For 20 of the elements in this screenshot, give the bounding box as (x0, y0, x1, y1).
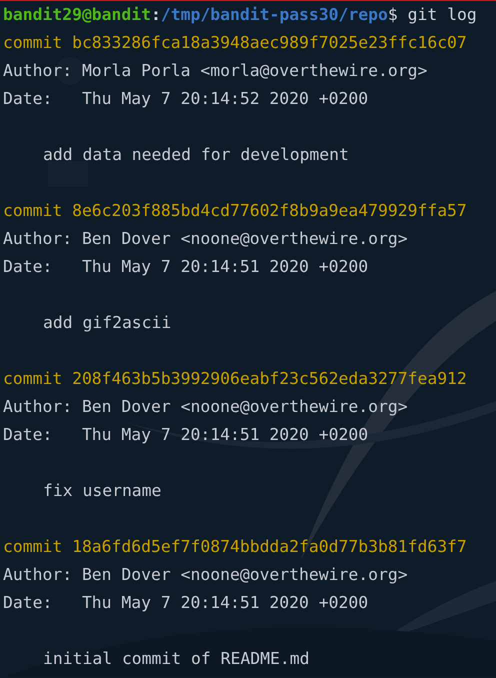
date-line: Date: Thu May 7 20:14:52 2020 +0200 (3, 88, 368, 110)
commit-hash-line: commit 8e6c203f885bd4cd77602f8b9a9ea479929ffa57 (3, 200, 467, 222)
date-line: Date: Thu May 7 20:14:51 2020 +0200 (3, 256, 368, 278)
prompt-path: /tmp/bandit-pass30/repo (160, 4, 388, 26)
prompt-command: $ git log (388, 4, 477, 26)
commit-hash-line: commit 18a6fd6d5ef7f0874bbdda2fa0d77b3b81fd63f7 (3, 536, 467, 558)
author-line: Author: Ben Dover <noone@overthewire.org> (3, 228, 408, 250)
date-line: Date: Thu May 7 20:14:51 2020 +0200 (3, 424, 368, 446)
author-line: Author: Ben Dover <noone@overthewire.org> (3, 396, 408, 418)
prompt-separator: : (151, 4, 161, 26)
prompt-user-host: bandit29@bandit (3, 4, 152, 26)
commit-hash-line: commit bc833286fca18a3948aec989f7025e23ffc16c07 (3, 32, 467, 54)
commit-message: add data needed for development (43, 145, 349, 164)
commit-message: initial commit of README.md (43, 649, 310, 668)
author-line: Author: Ben Dover <noone@overthewire.org> (3, 564, 408, 586)
commit-message: fix username (43, 481, 162, 500)
author-line: Author: Morla Porla <morla@overthewire.org> (3, 60, 428, 82)
date-line: Date: Thu May 7 20:14:51 2020 +0200 (3, 592, 368, 614)
commit-hash-line: commit 208f463b5b3992906eabf23c562eda3277fea912 (3, 368, 467, 390)
commit-message: add gif2ascii (43, 313, 172, 332)
